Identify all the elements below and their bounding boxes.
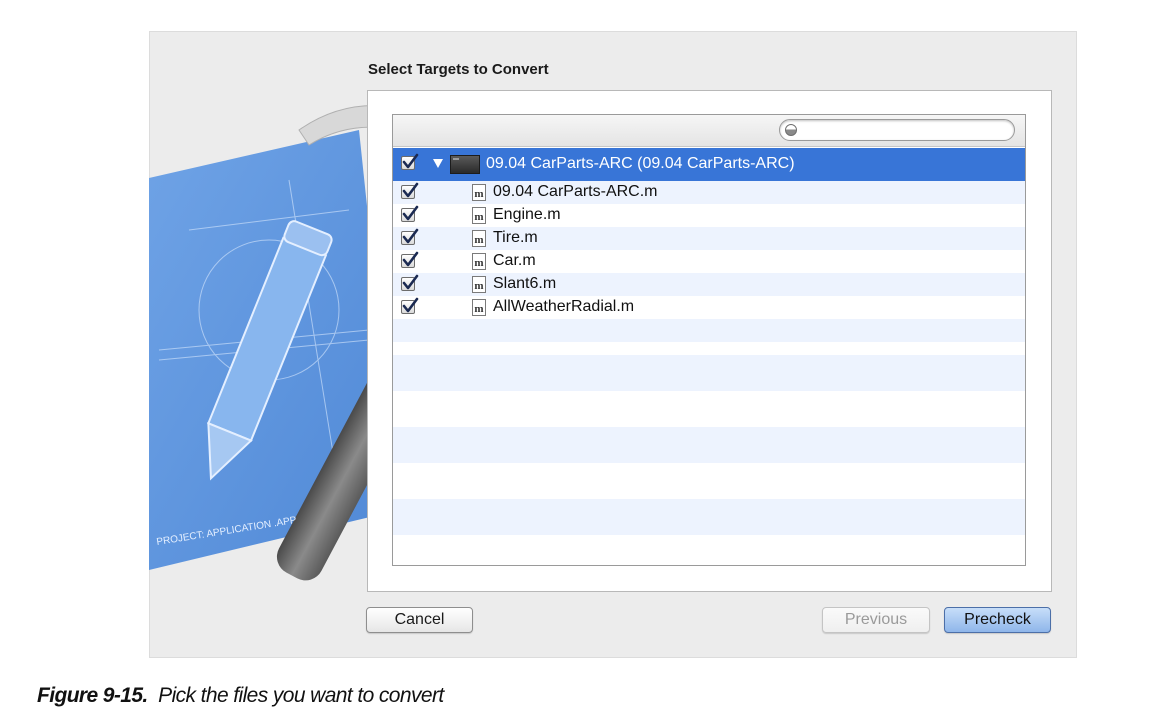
file-checkbox[interactable] <box>401 205 419 222</box>
objc-file-icon: m <box>472 207 486 224</box>
empty-row <box>393 319 1025 342</box>
file-checkbox[interactable] <box>401 251 419 268</box>
empty-row <box>393 355 1025 391</box>
checkmark-icon <box>402 228 419 244</box>
target-icon <box>450 155 480 174</box>
file-label: Engine.m <box>493 206 561 223</box>
empty-row <box>393 342 1025 355</box>
target-label: 09.04 CarParts-ARC (09.04 CarParts-ARC) <box>486 155 795 172</box>
file-label: Car.m <box>493 252 536 269</box>
cancel-button[interactable]: Cancel <box>366 607 473 633</box>
figure-number: Figure 9-15. <box>37 684 148 707</box>
checkmark-icon <box>402 205 419 221</box>
checkmark-icon <box>402 251 419 267</box>
checkmark-icon <box>402 297 419 313</box>
checkmark-icon <box>402 182 419 198</box>
figure-caption: Figure 9-15. Pick the files you want to … <box>37 684 444 708</box>
file-checkbox[interactable] <box>401 297 419 314</box>
file-row[interactable]: m 09.04 CarParts-ARC.m <box>393 181 1025 204</box>
empty-row <box>393 391 1025 427</box>
empty-row <box>393 427 1025 463</box>
file-row[interactable]: m Slant6.m <box>393 273 1025 296</box>
file-row[interactable]: m AllWeatherRadial.m <box>393 296 1025 319</box>
previous-button[interactable]: Previous <box>822 607 930 633</box>
file-label: AllWeatherRadial.m <box>493 298 635 315</box>
empty-row <box>393 499 1025 535</box>
targets-outline-view[interactable]: 09.04 CarParts-ARC (09.04 CarParts-ARC) … <box>392 114 1026 566</box>
objc-file-icon: m <box>472 276 486 293</box>
objc-file-icon: m <box>472 299 486 316</box>
file-checkbox[interactable] <box>401 182 419 199</box>
empty-row <box>393 463 1025 499</box>
precheck-button[interactable]: Precheck <box>944 607 1051 633</box>
objc-file-icon: m <box>472 184 486 201</box>
file-row[interactable]: m Engine.m <box>393 204 1025 227</box>
file-checkbox[interactable] <box>401 274 419 291</box>
checkmark-icon <box>402 274 419 290</box>
file-row[interactable]: m Tire.m <box>393 227 1025 250</box>
search-icon <box>785 124 797 136</box>
file-label: Slant6.m <box>493 275 557 292</box>
empty-row <box>393 535 1025 565</box>
file-checkbox[interactable] <box>401 228 419 245</box>
disclosure-triangle-icon[interactable] <box>433 159 443 168</box>
objc-file-icon: m <box>472 253 486 270</box>
search-field[interactable] <box>779 119 1015 141</box>
outline-header <box>393 115 1025 147</box>
dialog-heading: Select Targets to Convert <box>368 61 549 78</box>
figure-caption-text: Pick the files you want to convert <box>158 684 444 707</box>
checkmark-icon <box>402 153 419 169</box>
file-row[interactable]: m Car.m <box>393 250 1025 273</box>
outline-rows: 09.04 CarParts-ARC (09.04 CarParts-ARC) … <box>393 148 1025 565</box>
target-checkbox[interactable] <box>401 153 419 170</box>
target-row[interactable]: 09.04 CarParts-ARC (09.04 CarParts-ARC) <box>393 148 1025 181</box>
file-label: Tire.m <box>493 229 538 246</box>
objc-file-icon: m <box>472 230 486 247</box>
file-label: 09.04 CarParts-ARC.m <box>493 183 658 200</box>
